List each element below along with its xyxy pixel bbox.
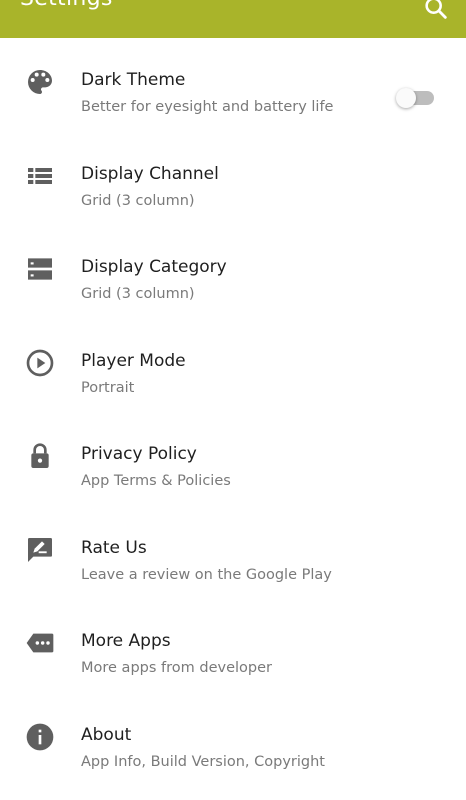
palette-icon	[24, 66, 56, 98]
settings-list: Dark Theme Better for eyesight and batte…	[0, 38, 466, 786]
setting-subtitle: App Terms & Policies	[81, 473, 231, 489]
setting-title: Privacy Policy	[81, 444, 197, 464]
setting-title: Display Category	[81, 257, 227, 277]
rate-review-icon	[24, 534, 56, 566]
view-list-icon	[24, 160, 56, 192]
setting-display-channel[interactable]: Display Channel Grid (3 column)	[0, 132, 466, 226]
toggle-thumb	[396, 88, 416, 108]
setting-title: More Apps	[81, 631, 171, 651]
setting-subtitle: Grid (3 column)	[81, 192, 195, 209]
search-button[interactable]	[422, 0, 450, 22]
setting-title: Player Mode	[81, 350, 186, 371]
setting-rate-us[interactable]: Rate Us Leave a review on the Google Pla…	[0, 506, 466, 600]
page-title: Settings	[20, 0, 113, 11]
setting-dark-theme[interactable]: Dark Theme Better for eyesight and batte…	[0, 38, 466, 132]
setting-title: About	[81, 724, 132, 745]
setting-title: Dark Theme	[81, 70, 186, 90]
lock-icon	[24, 440, 56, 472]
setting-player-mode[interactable]: Player Mode Portrait	[0, 319, 466, 413]
dark-theme-toggle[interactable]	[396, 88, 434, 108]
info-icon	[24, 721, 56, 753]
search-icon	[425, 0, 447, 19]
setting-more-apps[interactable]: More Apps More apps from developer	[0, 599, 466, 693]
play-circle-icon	[24, 347, 56, 379]
setting-subtitle: Portrait	[81, 379, 135, 396]
more-tag-icon	[24, 627, 56, 659]
setting-subtitle: Grid (3 column)	[81, 286, 195, 302]
setting-subtitle: Better for eyesight and battery life	[81, 99, 334, 115]
app-bar: Settings	[0, 0, 466, 38]
setting-title: Rate Us	[81, 537, 147, 558]
setting-title: Display Channel	[81, 163, 219, 184]
storage-icon	[24, 253, 56, 285]
setting-subtitle: App Info, Build Version, Copyright	[81, 753, 325, 770]
setting-about[interactable]: About App Info, Build Version, Copyright	[0, 693, 466, 787]
setting-privacy-policy[interactable]: Privacy Policy App Terms & Policies	[0, 412, 466, 506]
setting-display-category[interactable]: Display Category Grid (3 column)	[0, 225, 466, 319]
setting-subtitle: Leave a review on the Google Play	[81, 566, 332, 583]
setting-subtitle: More apps from developer	[81, 660, 272, 676]
